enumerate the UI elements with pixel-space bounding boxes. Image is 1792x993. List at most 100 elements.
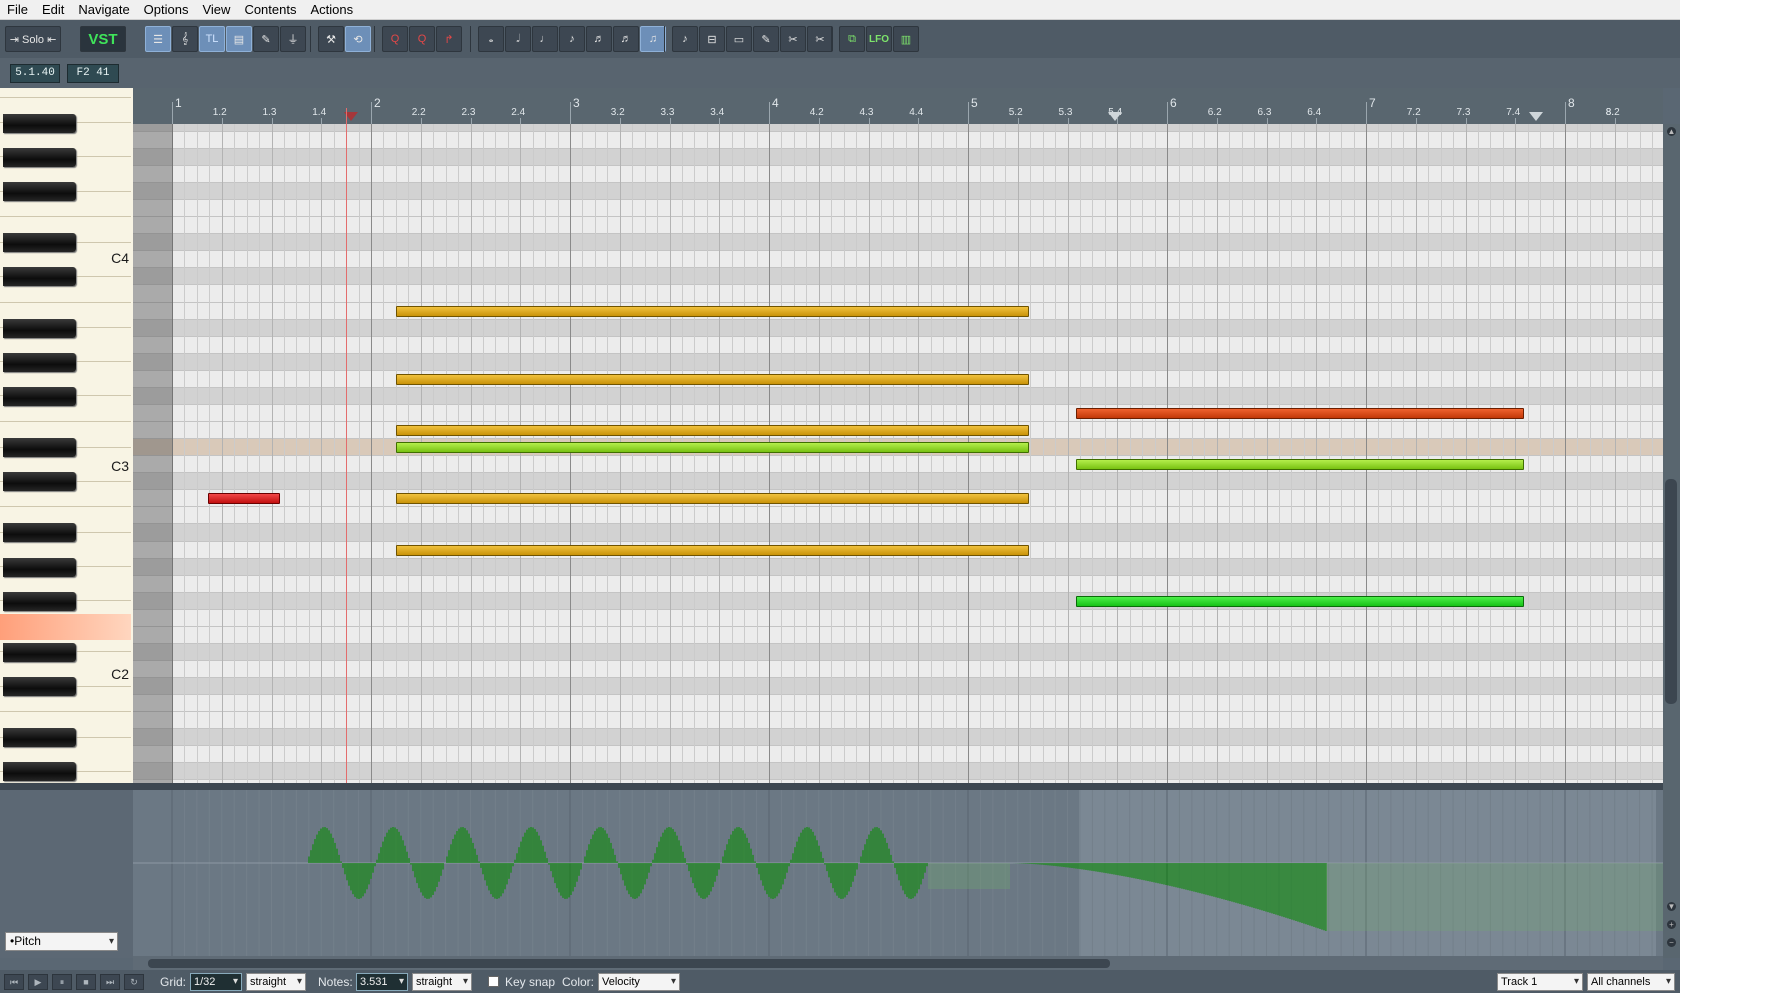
- black-key[interactable]: [3, 642, 76, 662]
- vertical-scroll-thumb[interactable]: [1665, 479, 1677, 704]
- white-key-lane: [133, 575, 1663, 593]
- menu-file[interactable]: File: [0, 0, 35, 19]
- scroll-down-icon[interactable]: ▼: [1667, 902, 1676, 911]
- timeline-ruler[interactable]: 1 2 3 4 5 6 7 8 1.2 1.3 1.4 2.2 2.3 2.4 3.2 3.3 3.4 4.2 4.…: [133, 88, 1663, 124]
- beat-line: [1254, 124, 1256, 783]
- black-key[interactable]: [3, 147, 76, 167]
- play-icon[interactable]: ▶: [28, 974, 48, 990]
- half-note-icon[interactable]: 𝅗𝅥: [505, 26, 531, 52]
- menu-navigate[interactable]: Navigate: [71, 0, 136, 19]
- menu-actions[interactable]: Actions: [303, 0, 360, 19]
- whole-note-icon[interactable]: 𝅝: [478, 26, 504, 52]
- go-start-icon[interactable]: ⏮: [4, 974, 24, 990]
- midi-note[interactable]: [1075, 595, 1525, 607]
- black-key[interactable]: [3, 233, 76, 253]
- midi-note[interactable]: [1075, 459, 1525, 471]
- midi-note[interactable]: [207, 493, 280, 505]
- notes-mode-select[interactable]: straight ▾: [412, 973, 472, 991]
- piano-roll-view-icon[interactable]: ☰: [145, 26, 171, 52]
- notes-select[interactable]: 3.531 ▾: [356, 973, 408, 991]
- scroll-up-icon[interactable]: ▲: [1667, 127, 1676, 136]
- key-snap-checkbox[interactable]: [488, 976, 499, 987]
- legato-icon[interactable]: ♪: [672, 26, 698, 52]
- split-icon[interactable]: ✂: [807, 26, 833, 52]
- white-key[interactable]: [0, 88, 131, 98]
- erase-icon[interactable]: ✂: [780, 26, 806, 52]
- redo-icon[interactable]: ↱: [436, 26, 462, 52]
- grid-select[interactable]: 1/32 ▾: [190, 973, 242, 991]
- humanize-icon[interactable]: ⚒: [318, 26, 344, 52]
- stop-icon[interactable]: ■: [76, 974, 96, 990]
- quantize-icon[interactable]: Q: [382, 26, 408, 52]
- lfo-icon[interactable]: LFO: [866, 26, 892, 52]
- velocity-icon[interactable]: ▭: [726, 26, 752, 52]
- track-select[interactable]: Track 1 ▾: [1497, 973, 1583, 991]
- color-mode-select[interactable]: Velocity ▾: [598, 973, 680, 991]
- timeline-toggle[interactable]: TL: [199, 26, 225, 52]
- eighth-note-icon[interactable]: ♪: [559, 26, 585, 52]
- midi-note[interactable]: [1075, 407, 1525, 419]
- beat-line: [930, 124, 932, 783]
- cc-lane-pitch[interactable]: [133, 790, 1663, 958]
- black-key[interactable]: [3, 113, 76, 133]
- midi-note[interactable]: [396, 544, 1029, 556]
- black-key[interactable]: [3, 557, 76, 577]
- pause-icon[interactable]: ⏸: [52, 974, 72, 990]
- menu-edit[interactable]: Edit: [35, 0, 71, 19]
- lane-view-icon[interactable]: ⧉: [839, 26, 865, 52]
- midi-note[interactable]: [396, 305, 1029, 317]
- midi-note[interactable]: [396, 493, 1029, 505]
- notation-view-icon[interactable]: 𝄞: [172, 26, 198, 52]
- beat-line: [557, 124, 559, 783]
- draw-tool-icon[interactable]: ✎: [753, 26, 779, 52]
- selection-start-marker[interactable]: [1108, 112, 1122, 121]
- black-key[interactable]: [3, 267, 76, 287]
- black-key[interactable]: [3, 523, 76, 543]
- black-key[interactable]: [3, 386, 76, 406]
- black-key[interactable]: [3, 438, 76, 458]
- midi-note[interactable]: [396, 425, 1029, 437]
- lane-splitter[interactable]: [0, 783, 1663, 790]
- black-key[interactable]: [3, 472, 76, 492]
- step-input-icon[interactable]: ✎: [253, 26, 279, 52]
- loop-icon[interactable]: ⟲: [345, 26, 371, 52]
- grid-mode-select[interactable]: straight ▾: [246, 973, 306, 991]
- black-key[interactable]: [3, 352, 76, 372]
- black-key[interactable]: [3, 318, 76, 338]
- glue-icon[interactable]: ⊟: [699, 26, 725, 52]
- black-key[interactable]: [3, 728, 76, 748]
- selection-end-marker[interactable]: [1529, 112, 1543, 121]
- note-grid[interactable]: [133, 124, 1663, 783]
- black-key[interactable]: [3, 182, 76, 202]
- menu-view[interactable]: View: [195, 0, 237, 19]
- thirtysecond-note-icon[interactable]: ♬: [613, 26, 639, 52]
- vst-button[interactable]: VST: [80, 26, 126, 52]
- beat-line: [893, 124, 895, 783]
- grid-note-icon[interactable]: ♫: [640, 26, 666, 52]
- mixer-icon[interactable]: ▥: [893, 26, 919, 52]
- zoom-in-icon[interactable]: +: [1667, 920, 1676, 929]
- black-key[interactable]: [3, 591, 76, 611]
- black-key[interactable]: [3, 677, 76, 697]
- quantize-settings-icon[interactable]: Q: [409, 26, 435, 52]
- solo-button[interactable]: ⇥ Solo ⇤: [5, 26, 61, 52]
- sixteenth-note-icon[interactable]: ♬: [586, 26, 612, 52]
- black-key[interactable]: [3, 762, 76, 782]
- horizontal-scroll-thumb[interactable]: [148, 959, 1110, 968]
- menu-options[interactable]: Options: [137, 0, 196, 19]
- beat-line: [818, 124, 820, 783]
- go-end-icon[interactable]: ⏭: [100, 974, 120, 990]
- zoom-out-icon[interactable]: −: [1667, 938, 1676, 947]
- piano-keyboard[interactable]: C4 C3 C2: [0, 88, 133, 783]
- insert-icon[interactable]: ⏚: [280, 26, 306, 52]
- midi-note[interactable]: [396, 442, 1029, 454]
- vertical-scrollbar[interactable]: ▲ ▼ + −: [1663, 124, 1680, 958]
- midi-note[interactable]: [396, 373, 1029, 385]
- cc-type-select[interactable]: •Pitch ▾: [5, 932, 118, 951]
- channel-select[interactable]: All channels ▾: [1587, 973, 1675, 991]
- menu-contents[interactable]: Contents: [237, 0, 303, 19]
- event-list-icon[interactable]: ▤: [226, 26, 252, 52]
- repeat-icon[interactable]: ↻: [124, 974, 144, 990]
- horizontal-scrollbar[interactable]: [133, 956, 1663, 970]
- quarter-note-icon[interactable]: ♩: [532, 26, 558, 52]
